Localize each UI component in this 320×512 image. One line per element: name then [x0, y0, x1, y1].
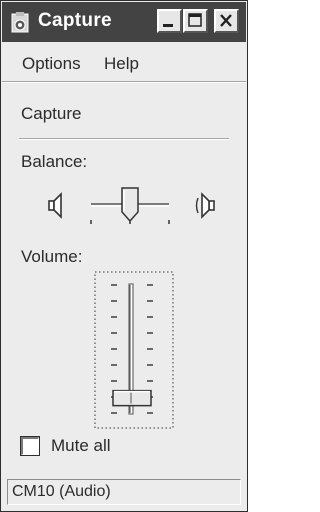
speaker-app-icon[interactable] — [11, 11, 29, 33]
balance-label: Balance: — [21, 152, 88, 171]
close-button[interactable] — [214, 9, 239, 33]
minimize-icon — [163, 24, 173, 27]
speaker-right-icon — [195, 192, 215, 219]
speaker-left-icon — [48, 192, 62, 219]
menu-bar: Options Help — [2, 45, 246, 79]
maximize-button[interactable] — [183, 9, 208, 33]
volume-slider-graphic — [94, 271, 174, 429]
device-name: Capture — [21, 104, 82, 123]
volume-label: Volume: — [21, 247, 83, 266]
menu-options[interactable]: Options — [22, 54, 81, 74]
mute-all-label[interactable]: Mute all — [51, 436, 111, 456]
section-divider — [19, 138, 229, 140]
window-title: Capture — [38, 10, 112, 31]
mixer-window: Capture Options Help Capture Balance: Vo… — [0, 0, 248, 512]
maximize-icon — [188, 13, 202, 27]
balance-thumb[interactable] — [121, 187, 139, 223]
title-bar[interactable]: Capture — [2, 2, 246, 42]
volume-thumb[interactable] — [112, 389, 152, 407]
balance-slider-graphic — [48, 187, 215, 224]
close-icon — [220, 14, 232, 27]
status-text: CM10 (Audio) — [12, 483, 111, 500]
balance-control — [41, 176, 221, 236]
volume-control — [91, 269, 177, 431]
minimize-button[interactable] — [157, 9, 182, 33]
mute-all-checkbox[interactable] — [20, 436, 40, 456]
menu-help[interactable]: Help — [104, 54, 139, 74]
menu-divider — [2, 81, 246, 83]
status-bar: CM10 (Audio) — [7, 479, 241, 505]
